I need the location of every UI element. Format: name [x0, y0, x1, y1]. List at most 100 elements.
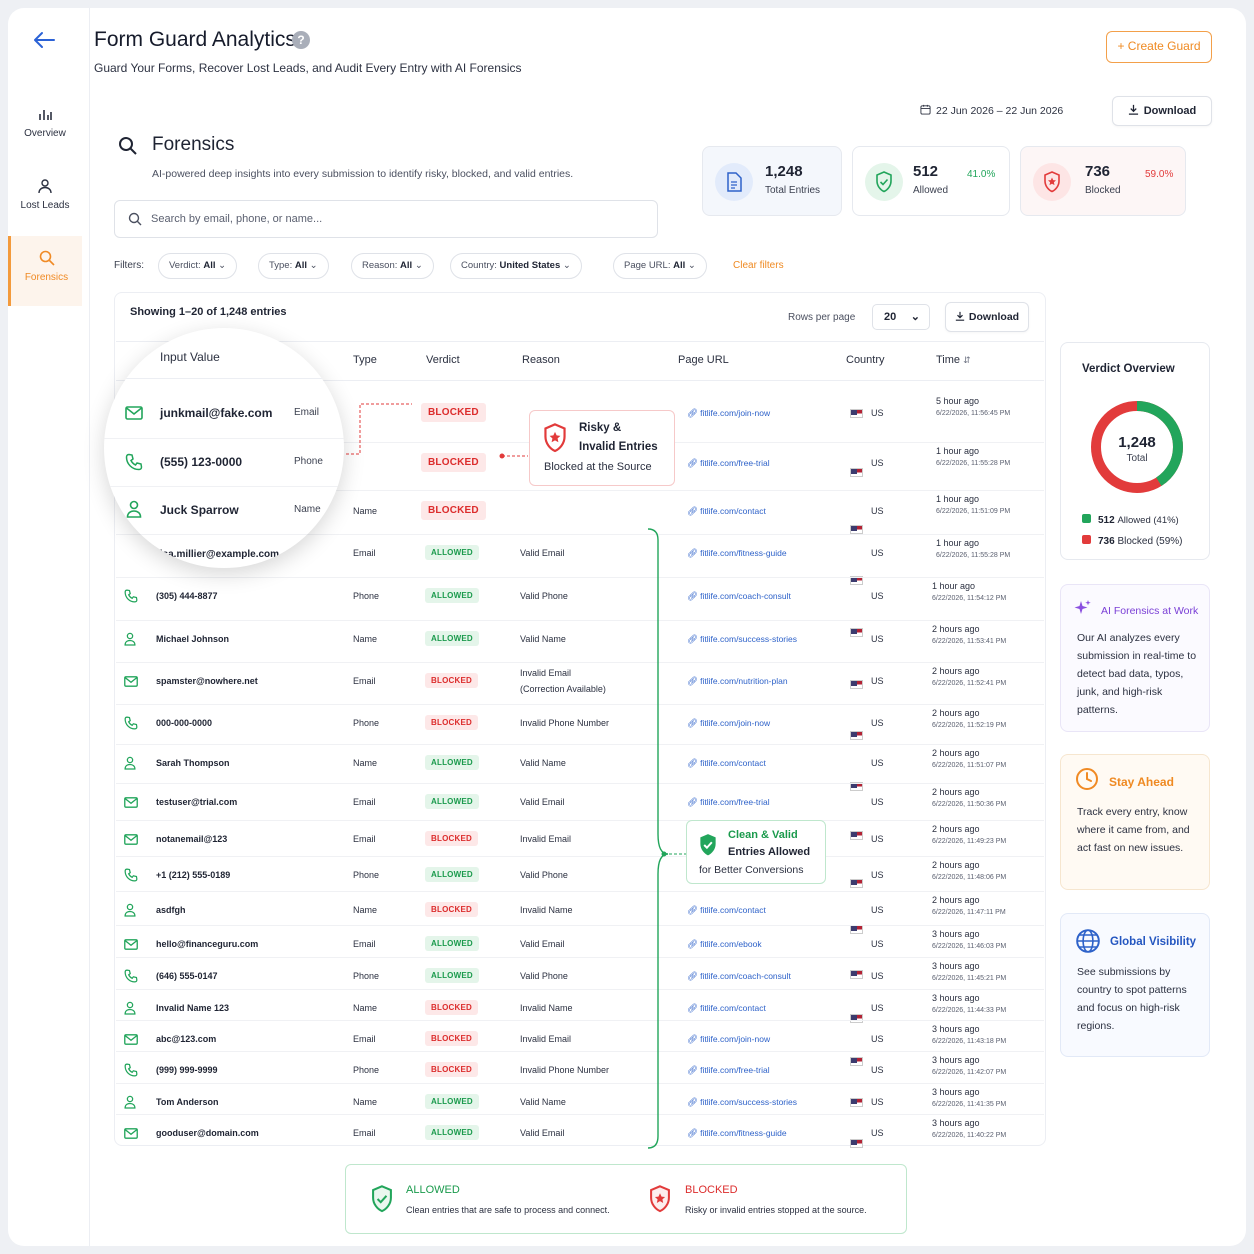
page-url-text: fitlife.com/contact [700, 1003, 766, 1013]
stay-ahead-card: Stay Ahead Track every entry, know where… [1060, 754, 1210, 890]
global-visibility-card: Global Visibility See submissions by cou… [1060, 913, 1210, 1057]
row-divider [116, 1051, 1044, 1052]
search-input[interactable] [151, 201, 651, 237]
time-ago: 2 hours ago [932, 860, 980, 870]
search-bar[interactable] [114, 200, 658, 238]
page-url-link[interactable]: 🔗︎ fitlife.com/contact [687, 758, 766, 769]
page-url-link[interactable]: 🔗︎ fitlife.com/success-stories [687, 634, 797, 645]
table-row[interactable]: asdfgh Name BLOCKED Invalid Name 🔗︎ fitlife.… [8, 116, 1246, 1023]
page-url-link[interactable]: 🔗︎ fitlife.com/nutrition-plan [687, 676, 788, 687]
country-code: US [871, 591, 884, 601]
rows-per-page-select[interactable]: 20 ⌄ [872, 304, 930, 330]
create-guard-button[interactable]: + Create Guard [1106, 31, 1212, 63]
lens-divider [104, 378, 344, 379]
legend-blocked-label: Blocked (59%) [1117, 536, 1183, 547]
page-url-link[interactable]: 🔗︎ fitlife.com/fitness-guide [687, 548, 787, 559]
time-ago: 3 hours ago [932, 1055, 980, 1065]
mail-icon [124, 795, 138, 813]
timestamp: 6/22/2026, 11:47:11 PM [932, 909, 1006, 916]
row-divider [116, 957, 1044, 958]
page-url-link[interactable]: 🔗︎ fitlife.com/coach-consult [687, 971, 791, 982]
page-url-link[interactable]: 🔗︎ fitlife.com/free-trial [687, 797, 770, 808]
us-flag-icon [850, 879, 863, 888]
us-flag-icon [850, 468, 863, 477]
clock-icon [1076, 768, 1098, 790]
country-code: US [871, 797, 884, 807]
filters-label: Filters: [114, 260, 144, 271]
input-value: asdfgh [156, 905, 186, 915]
page-url-text: fitlife.com/nutrition-plan [700, 676, 788, 686]
verdict-badge: BLOCKED [425, 673, 478, 688]
reason-text: Valid Email [520, 548, 565, 558]
verdict-badge: ALLOWED [425, 631, 479, 646]
page-url-text: fitlife.com/join-now [700, 1034, 771, 1044]
table-download-button[interactable]: Download [945, 302, 1029, 332]
page-url-link[interactable]: 🔗︎ fitlife.com/success-stories [687, 1097, 797, 1108]
column-header-time-label: Time [936, 354, 961, 366]
risky-connector [346, 403, 528, 459]
page-url-text: fitlife.com/contact [700, 506, 766, 516]
time-ago: 1 hour ago [932, 581, 976, 591]
country-code: US [871, 548, 884, 558]
help-icon[interactable]: ? [292, 31, 310, 49]
sparkle-icon [1074, 600, 1091, 614]
page-url-link[interactable]: 🔗︎ fitlife.com/join-now [687, 1034, 770, 1045]
page-url-link[interactable]: 🔗︎ fitlife.com/ebook [687, 939, 762, 950]
input-value: Invalid Name 123 [156, 1003, 230, 1013]
table-row[interactable]: hello@financeguru.com Email ALLOWED Valid E… [8, 125, 1246, 1066]
sidebar-item-lost-leads[interactable]: Lost Leads [8, 178, 82, 211]
table-row[interactable]: BLOCKED 🔗︎ fitlife.com/join-now US 5 hour a… [8, 8, 1246, 422]
filter-value: United States [499, 260, 561, 271]
table-row[interactable]: testuser@trial.com Email ALLOWED Valid Emai… [8, 89, 1246, 888]
entry-type: Name [353, 1003, 378, 1013]
page-url-text: fitlife.com/free-trial [700, 458, 770, 468]
page-url-link[interactable]: 🔗︎ fitlife.com/free-trial [687, 1065, 770, 1076]
us-flag-icon [850, 628, 863, 637]
page-url-link[interactable]: 🔗︎ fitlife.com/contact [687, 905, 766, 916]
reason-text: Valid Name [520, 758, 566, 768]
bar-chart-icon [39, 110, 52, 120]
page-url-link[interactable]: 🔗︎ fitlife.com/contact [687, 1003, 766, 1014]
verdict-badge: ALLOWED [425, 867, 479, 882]
page-url-text: fitlife.com/join-now [700, 718, 771, 728]
document-icon [715, 163, 753, 201]
page-url-link[interactable]: 🔗︎ fitlife.com/contact [687, 506, 766, 517]
verdict-badge: ALLOWED [425, 1094, 479, 1109]
section-subtitle: AI-powered deep insights into every subm… [152, 168, 574, 180]
us-flag-icon [850, 525, 863, 534]
filter-value: All [294, 260, 308, 271]
filter-country[interactable]: Country: United States ⌄ [450, 253, 582, 279]
clear-filters-link[interactable]: Clear filters [733, 260, 784, 271]
filter-name: Reason: [362, 260, 398, 271]
mail-icon [124, 832, 138, 850]
filter-reason[interactable]: Reason: All ⌄ [351, 253, 434, 279]
phone-icon [125, 453, 143, 471]
sidebar-item-forensics[interactable]: Forensics [8, 236, 82, 306]
stat-allowed-value: 512 [913, 163, 939, 180]
filter-verdict[interactable]: Verdict: All ⌄ [158, 253, 238, 279]
row-divider [116, 620, 1044, 621]
us-flag-icon [850, 831, 863, 840]
page-url-text: fitlife.com/success-stories [700, 634, 798, 644]
table-row[interactable]: Sarah Thompson Name ALLOWED Valid Name 🔗︎ fi… [8, 80, 1246, 840]
sidebar-item-overview[interactable]: Overview [8, 106, 82, 139]
page-url-text: fitlife.com/free-trial [700, 1065, 770, 1075]
back-arrow-icon[interactable] [32, 30, 56, 50]
filter-page-url[interactable]: Page URL: All ⌄ [613, 253, 707, 279]
page-url-link[interactable]: 🔗︎ fitlife.com/join-now [687, 408, 770, 419]
stat-blocked-value: 736 [1085, 163, 1111, 180]
page-url-link[interactable]: 🔗︎ fitlife.com/coach-consult [687, 591, 791, 602]
legend-swatch-allowed [1082, 514, 1091, 523]
column-header-time[interactable]: Time ⇵ [936, 354, 971, 366]
page-url-link[interactable]: 🔗︎ fitlife.com/join-now [687, 718, 770, 729]
page-url-link[interactable]: 🔗︎ fitlife.com/free-trial [687, 458, 770, 469]
download-button[interactable]: Download [1112, 96, 1212, 126]
page-url-link[interactable]: 🔗︎ fitlife.com/fitness-guide [687, 1128, 787, 1139]
timestamp: 6/22/2026, 11:51:09 PM [936, 508, 1011, 515]
row-divider [116, 1083, 1044, 1084]
reason-text: Invalid Name [520, 905, 573, 915]
table-row[interactable]: BLOCKED 🔗︎ fitlife.com/free-trial US 1 hour… [8, 17, 1246, 477]
time-ago: 2 hours ago [932, 748, 980, 758]
filter-type[interactable]: Type: All ⌄ [258, 253, 329, 279]
date-range-picker[interactable]: 22 Jun 2026 – 22 Jun 2026 [920, 104, 1063, 117]
